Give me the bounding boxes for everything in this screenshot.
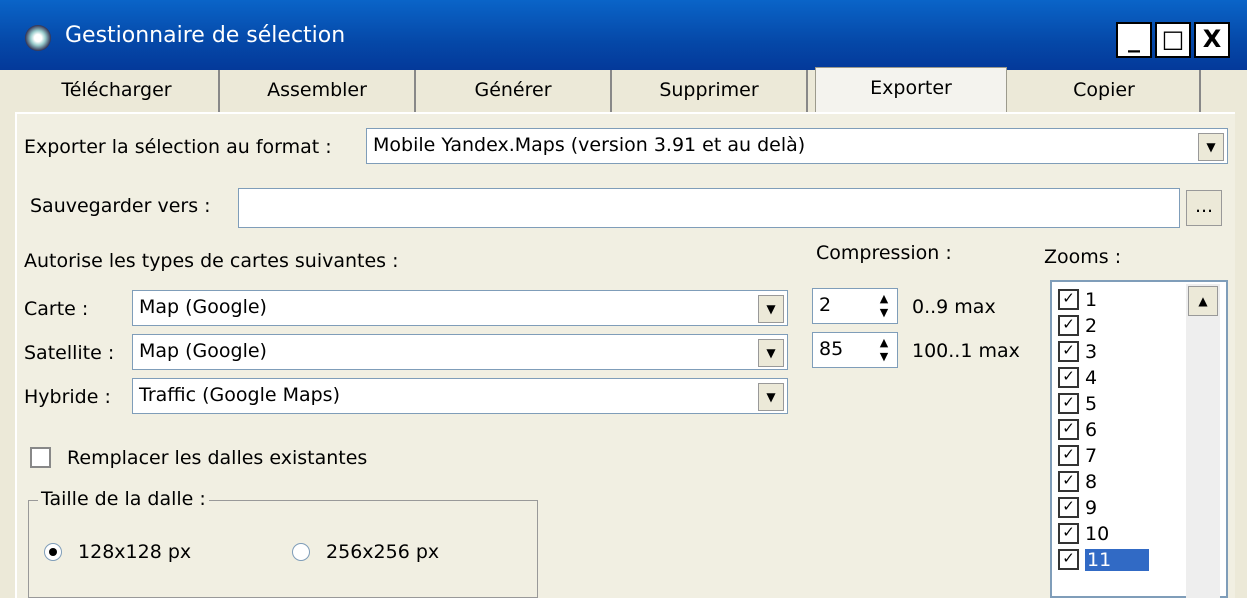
tab-telecharger[interactable]: Télécharger <box>15 70 220 112</box>
radio-128[interactable]: 128x128 px <box>44 540 191 563</box>
compression-stepper[interactable]: 2 ▲ ▼ <box>812 288 898 324</box>
title-bar[interactable]: Gestionnaire de sélection _ □ X <box>0 0 1247 70</box>
checkbox-icon[interactable] <box>30 447 51 468</box>
radio-128-label: 128x128 px <box>78 540 192 563</box>
spinner-icon[interactable]: ▲ ▼ <box>873 336 895 366</box>
checkbox-checked-icon[interactable]: ✓ <box>1058 341 1079 362</box>
tab-copier[interactable]: Copier <box>1009 70 1201 112</box>
checkbox-checked-icon[interactable]: ✓ <box>1058 523 1079 544</box>
satellite-value: Map (Google) <box>139 340 267 362</box>
radio-256[interactable]: 256x256 px <box>292 540 439 563</box>
format-value: Mobile Yandex.Maps (version 3.91 et au d… <box>373 134 806 156</box>
compression-range: 0..9 max <box>912 296 996 318</box>
zoom-item[interactable]: ✓ 5 <box>1058 392 1097 418</box>
chevron-down-icon[interactable]: ▼ <box>758 339 784 367</box>
checkbox-checked-icon[interactable]: ✓ <box>1058 393 1079 414</box>
zoom-scrollbar[interactable]: ▲ <box>1186 284 1220 598</box>
tab-assembler[interactable]: Assembler <box>220 70 416 112</box>
save-path-input[interactable] <box>238 188 1180 228</box>
hybride-value: Traffic (Google Maps) <box>139 384 340 406</box>
map-types-heading: Autorise les types de cartes suivantes : <box>24 250 399 272</box>
zoom-item[interactable]: ✓ 9 <box>1058 496 1097 522</box>
tab-strip: Télécharger Assembler Générer Supprimer … <box>15 67 1231 114</box>
checkbox-checked-icon[interactable]: ✓ <box>1058 471 1079 492</box>
checkbox-checked-icon[interactable]: ✓ <box>1058 315 1079 336</box>
compression-value: 2 <box>819 294 832 316</box>
compression-heading: Compression : <box>816 242 952 264</box>
zoom-item[interactable]: ✓ 1 <box>1058 288 1097 314</box>
checkbox-checked-icon[interactable]: ✓ <box>1058 445 1079 466</box>
quality-range: 100..1 max <box>912 340 1020 362</box>
zoom-item[interactable]: ✓ 3 <box>1058 340 1097 366</box>
checkbox-checked-icon[interactable]: ✓ <box>1058 497 1079 518</box>
replace-tiles-checkbox[interactable]: Remplacer les dalles existantes <box>30 446 367 469</box>
radio-icon[interactable] <box>44 542 62 561</box>
carte-value: Map (Google) <box>139 296 267 318</box>
browse-button[interactable]: ... <box>1186 190 1222 226</box>
close-button[interactable]: X <box>1194 22 1230 58</box>
satellite-label: Satellite : <box>24 342 115 364</box>
maximize-button[interactable]: □ <box>1155 22 1191 58</box>
zoom-item[interactable]: ✓ 7 <box>1058 444 1097 470</box>
window-title: Gestionnaire de sélection <box>65 23 346 48</box>
radio-256-label: 256x256 px <box>326 540 440 563</box>
hybride-select[interactable]: Traffic (Google Maps) ▼ <box>132 378 788 414</box>
zoom-item-selected[interactable]: ✓ 11 <box>1058 548 1150 574</box>
zoom-item[interactable]: ✓ 2 <box>1058 314 1097 340</box>
quality-value: 85 <box>819 338 844 360</box>
radio-icon[interactable] <box>292 542 310 561</box>
format-select[interactable]: Mobile Yandex.Maps (version 3.91 et au d… <box>366 128 1228 164</box>
checkbox-checked-icon[interactable]: ✓ <box>1058 419 1079 440</box>
chevron-down-icon[interactable]: ▼ <box>758 383 784 411</box>
chevron-down-icon[interactable]: ▼ <box>1198 133 1224 161</box>
chevron-down-icon[interactable]: ▼ <box>758 295 784 323</box>
zoom-item[interactable]: ✓ 6 <box>1058 418 1097 444</box>
carte-select[interactable]: Map (Google) ▼ <box>132 290 788 326</box>
tab-exporter[interactable]: Exporter <box>815 67 1007 114</box>
zooms-heading: Zooms : <box>1044 246 1122 268</box>
checkbox-checked-icon[interactable]: ✓ <box>1058 549 1079 570</box>
tab-supprimer[interactable]: Supprimer <box>612 70 808 112</box>
satellite-select[interactable]: Map (Google) ▼ <box>132 334 788 370</box>
zoom-item[interactable]: ✓ 10 <box>1058 522 1109 548</box>
tile-size-legend: Taille de la dalle : <box>38 488 209 510</box>
app-icon <box>25 25 51 51</box>
checkbox-checked-icon[interactable]: ✓ <box>1058 367 1079 388</box>
format-label: Exporter la sélection au format : <box>24 136 332 158</box>
quality-stepper[interactable]: 85 ▲ ▼ <box>812 332 898 368</box>
carte-label: Carte : <box>24 298 89 320</box>
hybride-label: Hybride : <box>24 386 111 408</box>
save-label: Sauvegarder vers : <box>30 195 211 217</box>
zoom-item[interactable]: ✓ 8 <box>1058 470 1097 496</box>
chevron-up-icon[interactable]: ▲ <box>1188 286 1218 316</box>
zoom-item[interactable]: ✓ 4 <box>1058 366 1097 392</box>
replace-tiles-label: Remplacer les dalles existantes <box>67 446 368 469</box>
minimize-button[interactable]: _ <box>1116 22 1152 58</box>
spinner-icon[interactable]: ▲ ▼ <box>873 292 895 322</box>
checkbox-checked-icon[interactable]: ✓ <box>1058 289 1079 310</box>
tab-generer[interactable]: Générer <box>416 70 612 112</box>
